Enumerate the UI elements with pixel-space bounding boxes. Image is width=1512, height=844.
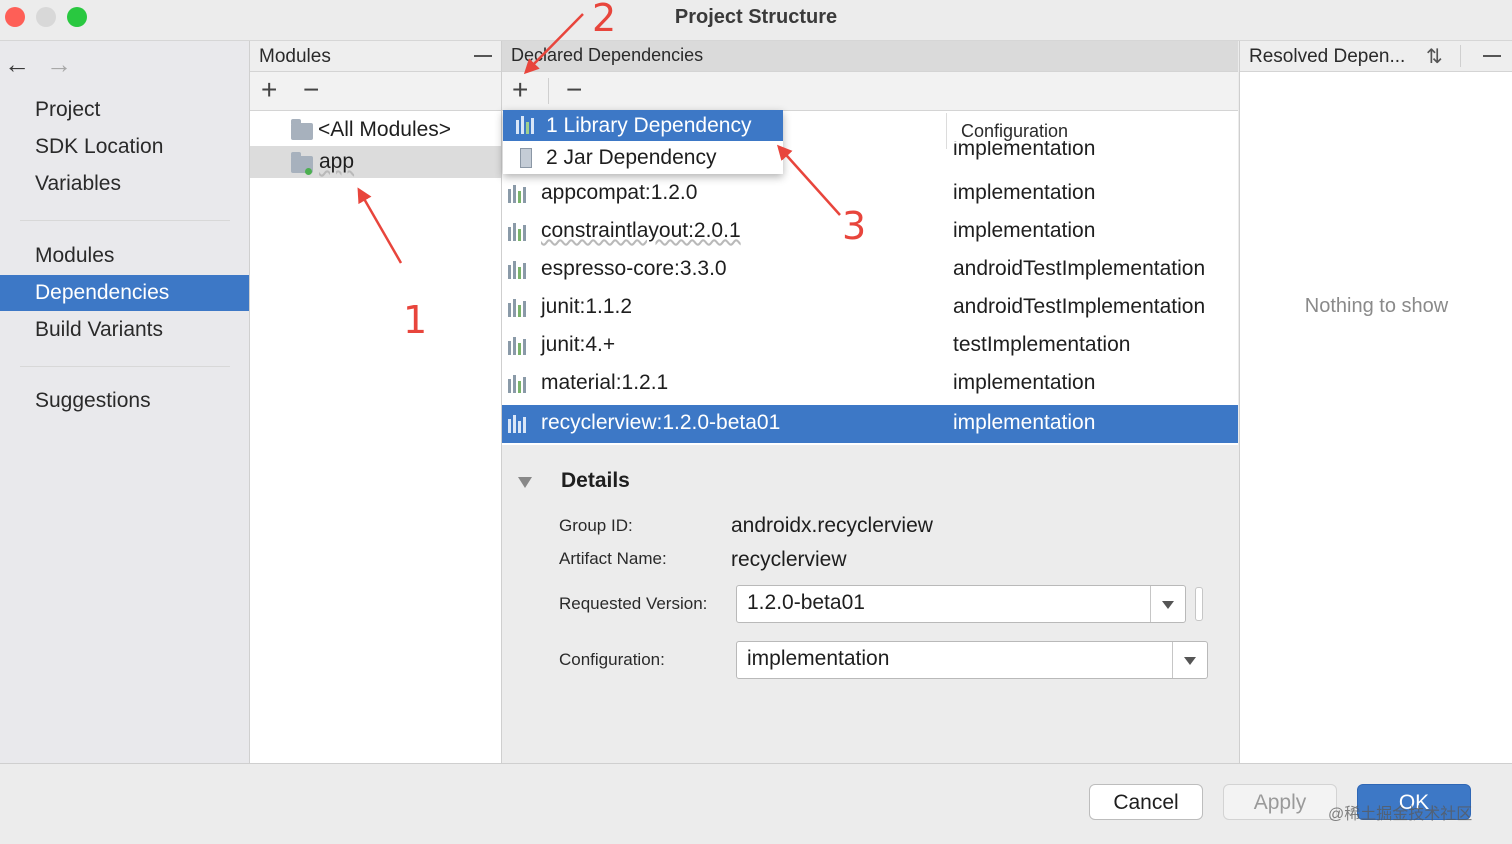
annotation-number-2: 2 xyxy=(592,0,617,40)
jar-icon xyxy=(520,148,532,168)
modules-folder-icon xyxy=(291,119,313,140)
toolbar-divider xyxy=(548,78,549,104)
dependency-configuration: implementation xyxy=(953,141,1096,160)
dependency-row[interactable]: junit:1.1.2 androidTestImplementation xyxy=(502,289,1238,327)
dependency-name: constraintlayout:2.0.1 xyxy=(541,219,741,242)
requested-version-combo[interactable]: 1.2.0-beta01 xyxy=(736,585,1186,623)
window-title: Project Structure xyxy=(674,6,838,28)
dependencies-toolbar: + − xyxy=(502,72,1238,111)
declared-panel-title: Declared Dependencies xyxy=(511,45,704,65)
dialog-button-bar: Cancel Apply OK @稀土掘金技术社区 xyxy=(0,763,1512,844)
nav-item-sdk-location[interactable]: SDK Location xyxy=(0,129,249,165)
header-divider xyxy=(1460,45,1461,67)
library-icon xyxy=(508,185,530,203)
modules-panel-title: Modules xyxy=(259,46,331,67)
arrow-left-icon[interactable]: ← xyxy=(4,49,30,80)
collapse-triangle-icon[interactable] xyxy=(518,477,532,488)
collapse-all-icon[interactable]: ⇅ xyxy=(1426,44,1443,69)
nav-item-suggestions[interactable]: Suggestions xyxy=(0,383,249,419)
modules-toolbar: + − xyxy=(250,72,501,111)
left-navigation: ← → Project SDK Location Variables Modul… xyxy=(0,41,250,763)
artifact-name-value: recyclerview xyxy=(731,548,847,571)
library-icon xyxy=(508,415,530,433)
annotation-number-1: 1 xyxy=(403,298,428,342)
dependency-row[interactable]: junit:4.+ testImplementation xyxy=(502,327,1238,365)
library-icon xyxy=(508,223,530,241)
dependency-row[interactable]: espresso-core:3.3.0 androidTestImplement… xyxy=(502,251,1238,289)
chevron-down-icon[interactable] xyxy=(1172,642,1207,678)
configuration-label: Configuration: xyxy=(559,650,665,669)
group-id-label: Group ID: xyxy=(559,516,633,535)
dependency-row-selected[interactable]: recyclerview:1.2.0-beta01 implementation xyxy=(502,405,1238,443)
module-item-app[interactable]: app xyxy=(250,146,501,178)
add-dependency-icon[interactable]: + xyxy=(512,75,528,105)
dependency-name: junit:1.1.2 xyxy=(541,295,633,318)
nav-item-variables[interactable]: Variables xyxy=(0,166,249,202)
library-icon xyxy=(508,337,530,355)
details-title: Details xyxy=(561,469,630,492)
add-dependency-menu: 1 Library Dependency 2 Jar Dependency xyxy=(503,110,783,174)
minimize-panel-icon[interactable] xyxy=(1483,55,1501,57)
title-bar: Project Structure xyxy=(0,0,1512,41)
version-status-indicator xyxy=(1195,587,1203,621)
library-icon xyxy=(508,375,530,393)
dependency-configuration: implementation xyxy=(953,411,1096,434)
requested-version-value: 1.2.0-beta01 xyxy=(747,591,865,614)
arrow-right-icon[interactable]: → xyxy=(46,49,72,80)
dependency-row[interactable]: material:1.2.1 implementation xyxy=(502,365,1238,403)
minimize-panel-icon[interactable] xyxy=(474,55,492,57)
watermark-text: @稀土掘金技术社区 xyxy=(1328,806,1473,823)
menu-item-library-dependency[interactable]: 1 Library Dependency xyxy=(503,110,783,141)
remove-dependency-icon[interactable]: − xyxy=(566,75,582,105)
add-module-icon[interactable]: + xyxy=(261,75,277,105)
library-icon xyxy=(508,299,530,317)
nav-item-modules[interactable]: Modules xyxy=(0,238,249,274)
modules-panel-header: Modules xyxy=(250,41,501,72)
remove-module-icon[interactable]: − xyxy=(303,75,319,105)
resolved-panel-title: Resolved Depen... xyxy=(1249,46,1406,67)
cancel-button[interactable]: Cancel xyxy=(1089,784,1203,820)
declared-panel-header: Declared Dependencies xyxy=(502,41,1238,72)
empty-state-text: Nothing to show xyxy=(1304,295,1449,317)
nav-divider xyxy=(20,220,230,221)
dependency-row[interactable]: appcompat:1.2.0 implementation xyxy=(502,175,1238,213)
dependency-row[interactable]: constraintlayout:2.0.1 implementation xyxy=(502,213,1238,251)
nav-item-project[interactable]: Project xyxy=(0,92,249,128)
menu-item-label: 1 Library Dependency xyxy=(546,114,752,137)
annotation-number-3: 3 xyxy=(842,204,867,248)
nav-item-build-variants[interactable]: Build Variants xyxy=(0,312,249,348)
dependency-name: recyclerview:1.2.0-beta01 xyxy=(541,411,781,434)
menu-item-jar-dependency[interactable]: 2 Jar Dependency xyxy=(503,142,783,173)
library-icon xyxy=(508,261,530,279)
configuration-value: implementation xyxy=(747,647,890,670)
module-status-dot xyxy=(305,168,312,175)
resolved-panel-header: Resolved Depen... ⇅ xyxy=(1240,41,1512,72)
dependency-name: appcompat:1.2.0 xyxy=(541,181,698,204)
dependency-name: espresso-core:3.3.0 xyxy=(541,257,727,280)
apply-button[interactable]: Apply xyxy=(1223,784,1337,820)
modules-panel: Modules + − <All Modules> app xyxy=(250,41,502,763)
requested-version-label: Requested Version: xyxy=(559,594,708,613)
dependency-configuration: implementation xyxy=(953,219,1096,242)
dependency-configuration: testImplementation xyxy=(953,333,1131,356)
nav-divider xyxy=(20,366,230,367)
dependency-name: material:1.2.1 xyxy=(541,371,669,394)
chevron-down-icon[interactable] xyxy=(1150,586,1185,622)
menu-item-label: 2 Jar Dependency xyxy=(546,146,717,169)
library-icon xyxy=(516,116,538,134)
nav-item-dependencies[interactable]: Dependencies xyxy=(0,275,249,311)
dependency-configuration: implementation xyxy=(953,371,1096,394)
module-label: <All Modules> xyxy=(318,118,452,141)
module-label: app xyxy=(319,150,355,173)
module-item-all-modules[interactable]: <All Modules> xyxy=(250,114,501,146)
resolved-dependencies-panel: Resolved Depen... ⇅ Nothing to show xyxy=(1239,41,1512,763)
dependency-name: junit:4.+ xyxy=(541,333,616,356)
dependency-configuration: androidTestImplementation xyxy=(953,295,1206,318)
configuration-combo[interactable]: implementation xyxy=(736,641,1208,679)
dependency-configuration: androidTestImplementation xyxy=(953,257,1206,280)
dependency-configuration: implementation xyxy=(953,181,1096,204)
artifact-name-label: Artifact Name: xyxy=(559,549,667,568)
group-id-value: androidx.recyclerview xyxy=(731,514,933,537)
